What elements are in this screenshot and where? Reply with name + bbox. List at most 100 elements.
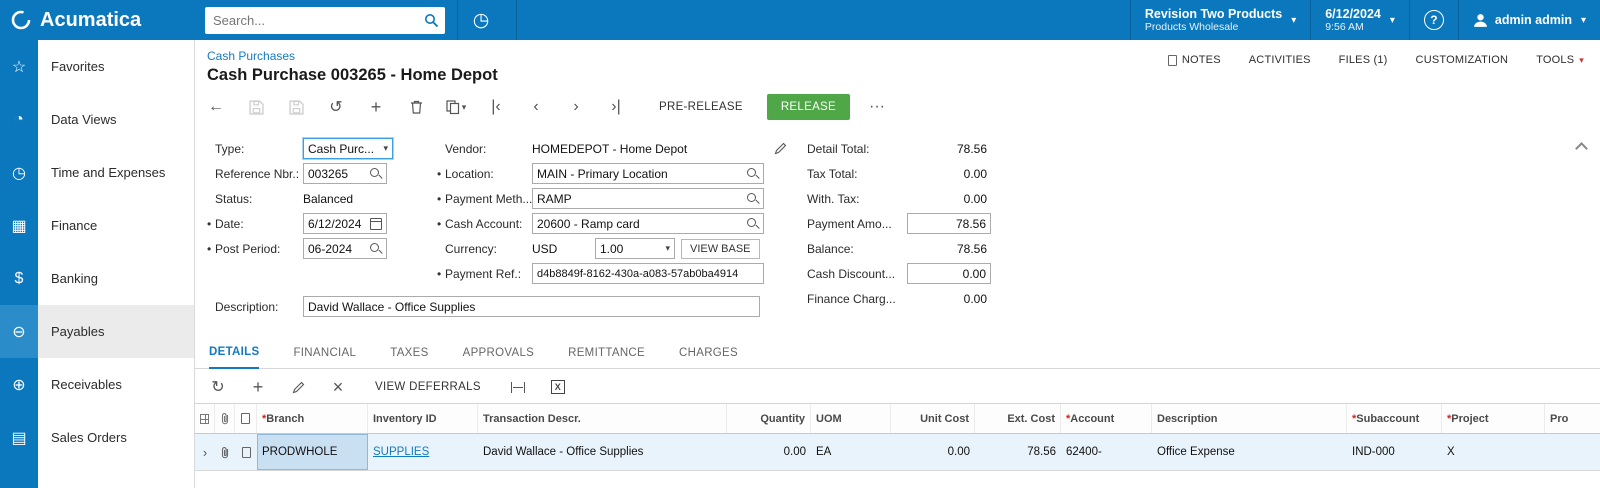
grid-row[interactable]: › PRODWHOLE SUPPLIES David Wallace - Off… [195, 434, 1600, 471]
tab-financial[interactable]: FINANCIAL [293, 347, 356, 368]
currency-rate-field[interactable]: ▾ [595, 238, 675, 259]
column-header-ext-cost[interactable]: Ext. Cost [975, 404, 1061, 433]
column-header-inventory-id[interactable]: Inventory ID [368, 404, 478, 433]
lookup-magnifier-icon[interactable] [369, 242, 382, 255]
date-field[interactable] [303, 213, 387, 234]
column-header-project[interactable]: *Project [1442, 404, 1545, 433]
fit-width-button[interactable] [505, 374, 531, 400]
cell-branch[interactable]: PRODWHOLE [257, 434, 368, 470]
save-button[interactable] [283, 94, 309, 120]
payment-ref-field[interactable] [532, 263, 764, 284]
pre-release-button[interactable]: PRE-RELEASE [649, 95, 753, 119]
column-header-description[interactable]: Description [1152, 404, 1347, 433]
sidebar-item-data-views[interactable]: ◔ Data Views [0, 93, 194, 146]
cancel-undo-button[interactable]: ↺ [323, 94, 349, 120]
description-field[interactable] [303, 296, 760, 317]
lookup-magnifier-icon[interactable] [746, 217, 759, 230]
more-actions-button[interactable]: ··· [864, 94, 890, 120]
breadcrumb[interactable]: Cash Purchases [207, 49, 295, 63]
tab-remittance[interactable]: REMITTANCE [568, 347, 645, 368]
global-search[interactable] [205, 7, 445, 34]
activities-button[interactable]: ACTIVITIES [1249, 54, 1311, 66]
search-icon[interactable] [424, 13, 439, 28]
notes-column-header[interactable] [235, 404, 257, 433]
add-new-record-button[interactable]: + [363, 94, 389, 120]
delete-row-button[interactable]: × [325, 374, 351, 400]
expand-row-button[interactable]: › [195, 434, 215, 470]
column-header-uom[interactable]: UOM [811, 404, 891, 433]
vendor-value[interactable]: HOMEDEPOT - Home Depot [532, 142, 764, 156]
calendar-icon[interactable] [370, 218, 382, 230]
business-date-button[interactable]: ◷ [458, 9, 504, 32]
column-header-pro-truncated[interactable]: Pro [1545, 404, 1600, 433]
cell-inventory-id-link[interactable]: SUPPLIES [368, 434, 478, 470]
column-config-button[interactable] [195, 404, 215, 433]
cell-project[interactable]: X [1442, 434, 1545, 470]
currency-code-value[interactable]: USD [532, 242, 595, 256]
release-button[interactable]: RELEASE [767, 94, 850, 120]
back-button[interactable]: ← [203, 94, 229, 120]
column-header-quantity[interactable]: Quantity [727, 404, 811, 433]
cell-subaccount[interactable]: IND-000 [1347, 434, 1442, 470]
export-excel-button[interactable]: X [545, 374, 571, 400]
payment-amount-field[interactable] [907, 213, 991, 234]
delete-record-button[interactable] [403, 94, 429, 120]
column-header-unit-cost[interactable]: Unit Cost [891, 404, 975, 433]
company-selector[interactable]: Revision Two Products Products Wholesale… [1130, 0, 1310, 40]
column-header-transaction-descr[interactable]: Transaction Descr. [478, 404, 727, 433]
save-close-button[interactable] [243, 94, 269, 120]
post-period-field[interactable] [303, 238, 387, 259]
help-button[interactable]: ? [1409, 0, 1458, 40]
column-header-subaccount[interactable]: *Subaccount [1347, 404, 1442, 433]
tab-charges[interactable]: CHARGES [679, 347, 738, 368]
cell-description[interactable]: Office Expense [1152, 434, 1347, 470]
view-base-button[interactable]: VIEW BASE [681, 239, 760, 259]
next-record-button[interactable]: › [563, 94, 589, 120]
column-header-account[interactable]: *Account [1061, 404, 1152, 433]
location-field[interactable] [532, 163, 764, 184]
attachments-column-header[interactable] [215, 404, 235, 433]
add-row-button[interactable]: + [245, 374, 271, 400]
cell-ext-cost[interactable]: 78.56 [975, 434, 1061, 470]
chevron-down-icon[interactable]: ▾ [665, 243, 670, 254]
last-record-button[interactable]: ›| [603, 94, 629, 120]
refresh-grid-button[interactable]: ↻ [205, 374, 231, 400]
view-deferrals-button[interactable]: VIEW DEFERRALS [365, 375, 491, 399]
files-button[interactable]: FILES (1) [1339, 54, 1388, 66]
sidebar-item-time-and-expenses[interactable]: ◷ Time and Expenses [0, 146, 194, 199]
scroll-up-icon[interactable] [1575, 142, 1588, 155]
sidebar-item-receivables[interactable]: ⊕ Receivables [0, 358, 194, 411]
tab-approvals[interactable]: APPROVALS [463, 347, 535, 368]
cell-pro-truncated[interactable] [1545, 434, 1600, 470]
reference-nbr-field[interactable] [303, 163, 387, 184]
column-header-branch[interactable]: *Branch [257, 404, 368, 433]
cell-quantity[interactable]: 0.00 [727, 434, 811, 470]
cell-unit-cost[interactable]: 0.00 [891, 434, 975, 470]
row-note-button[interactable] [235, 434, 257, 470]
row-attachments-button[interactable] [215, 434, 235, 470]
cell-transaction-descr[interactable]: David Wallace - Office Supplies [478, 434, 727, 470]
notes-button[interactable]: NOTES [1168, 54, 1221, 66]
chevron-down-icon[interactable]: ▾ [383, 143, 388, 154]
sidebar-item-payables[interactable]: ⊖ Payables [0, 305, 194, 358]
previous-record-button[interactable]: ‹ [523, 94, 549, 120]
tab-details[interactable]: DETAILS [209, 346, 259, 369]
edit-vendor-pencil-icon[interactable] [774, 142, 787, 155]
customization-button[interactable]: CUSTOMIZATION [1416, 54, 1509, 66]
tab-taxes[interactable]: TAXES [390, 347, 428, 368]
tools-menu-button[interactable]: TOOLS ▾ [1536, 54, 1584, 66]
search-input[interactable] [213, 13, 424, 28]
edit-row-button[interactable] [285, 374, 311, 400]
user-menu[interactable]: admin admin ▾ [1458, 0, 1600, 40]
app-brand[interactable]: Acumatica [0, 9, 195, 32]
cell-uom[interactable]: EA [811, 434, 891, 470]
sidebar-item-finance[interactable]: ▦ Finance [0, 199, 194, 252]
sidebar-item-favorites[interactable]: ☆ Favorites [0, 40, 194, 93]
date-time-selector[interactable]: 6/12/2024 9:56 AM ▾ [1310, 0, 1409, 40]
cash-account-field[interactable] [532, 213, 764, 234]
lookup-magnifier-icon[interactable] [746, 192, 759, 205]
first-record-button[interactable]: |‹ [483, 94, 509, 120]
cell-account[interactable]: 62400- [1061, 434, 1152, 470]
type-select[interactable]: ▾ [303, 138, 393, 159]
sidebar-item-sales-orders[interactable]: ▤ Sales Orders [0, 411, 194, 464]
